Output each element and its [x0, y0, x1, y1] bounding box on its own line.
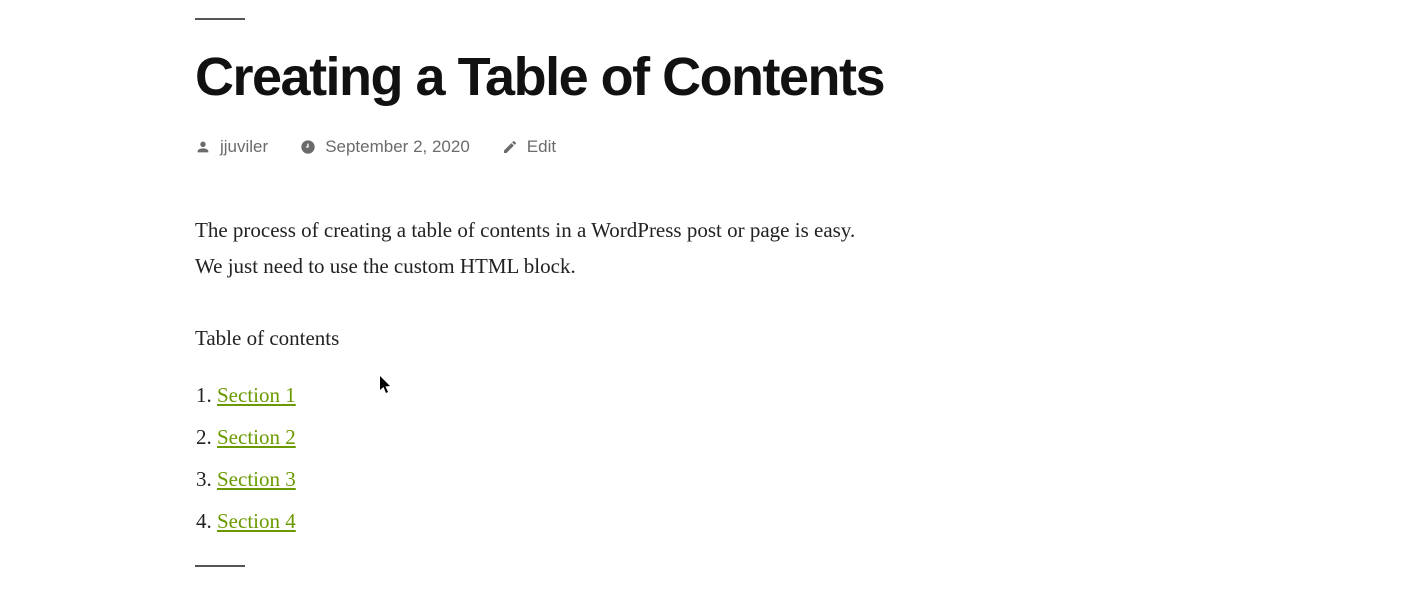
toc-list: Section 1 Section 2 Section 3 Section 4	[195, 378, 875, 539]
toc-link-3[interactable]: Section 3	[217, 467, 296, 491]
post-title: Creating a Table of Contents	[195, 48, 900, 107]
toc-label: Table of contents	[195, 321, 875, 357]
top-divider	[195, 18, 245, 20]
list-item: Section 1	[217, 378, 875, 414]
post-content: The process of creating a table of conte…	[195, 213, 875, 567]
post-container: Creating a Table of Contents jjuviler Se…	[0, 0, 900, 567]
person-icon	[195, 139, 211, 155]
date-link[interactable]: September 2, 2020	[325, 137, 470, 157]
intro-paragraph: The process of creating a table of conte…	[195, 213, 875, 284]
toc-link-4[interactable]: Section 4	[217, 509, 296, 533]
meta-author-group: jjuviler	[195, 137, 268, 157]
author-link[interactable]: jjuviler	[220, 137, 268, 157]
post-meta: jjuviler September 2, 2020 Edit	[195, 137, 900, 157]
clock-icon	[300, 139, 316, 155]
bottom-divider	[195, 565, 245, 567]
list-item: Section 4	[217, 504, 875, 540]
pencil-icon	[502, 139, 518, 155]
edit-link[interactable]: Edit	[527, 137, 556, 157]
list-item: Section 2	[217, 420, 875, 456]
toc-link-2[interactable]: Section 2	[217, 425, 296, 449]
list-item: Section 3	[217, 462, 875, 498]
toc-link-1[interactable]: Section 1	[217, 383, 296, 407]
meta-date-group: September 2, 2020	[300, 137, 470, 157]
meta-edit-group: Edit	[502, 137, 556, 157]
